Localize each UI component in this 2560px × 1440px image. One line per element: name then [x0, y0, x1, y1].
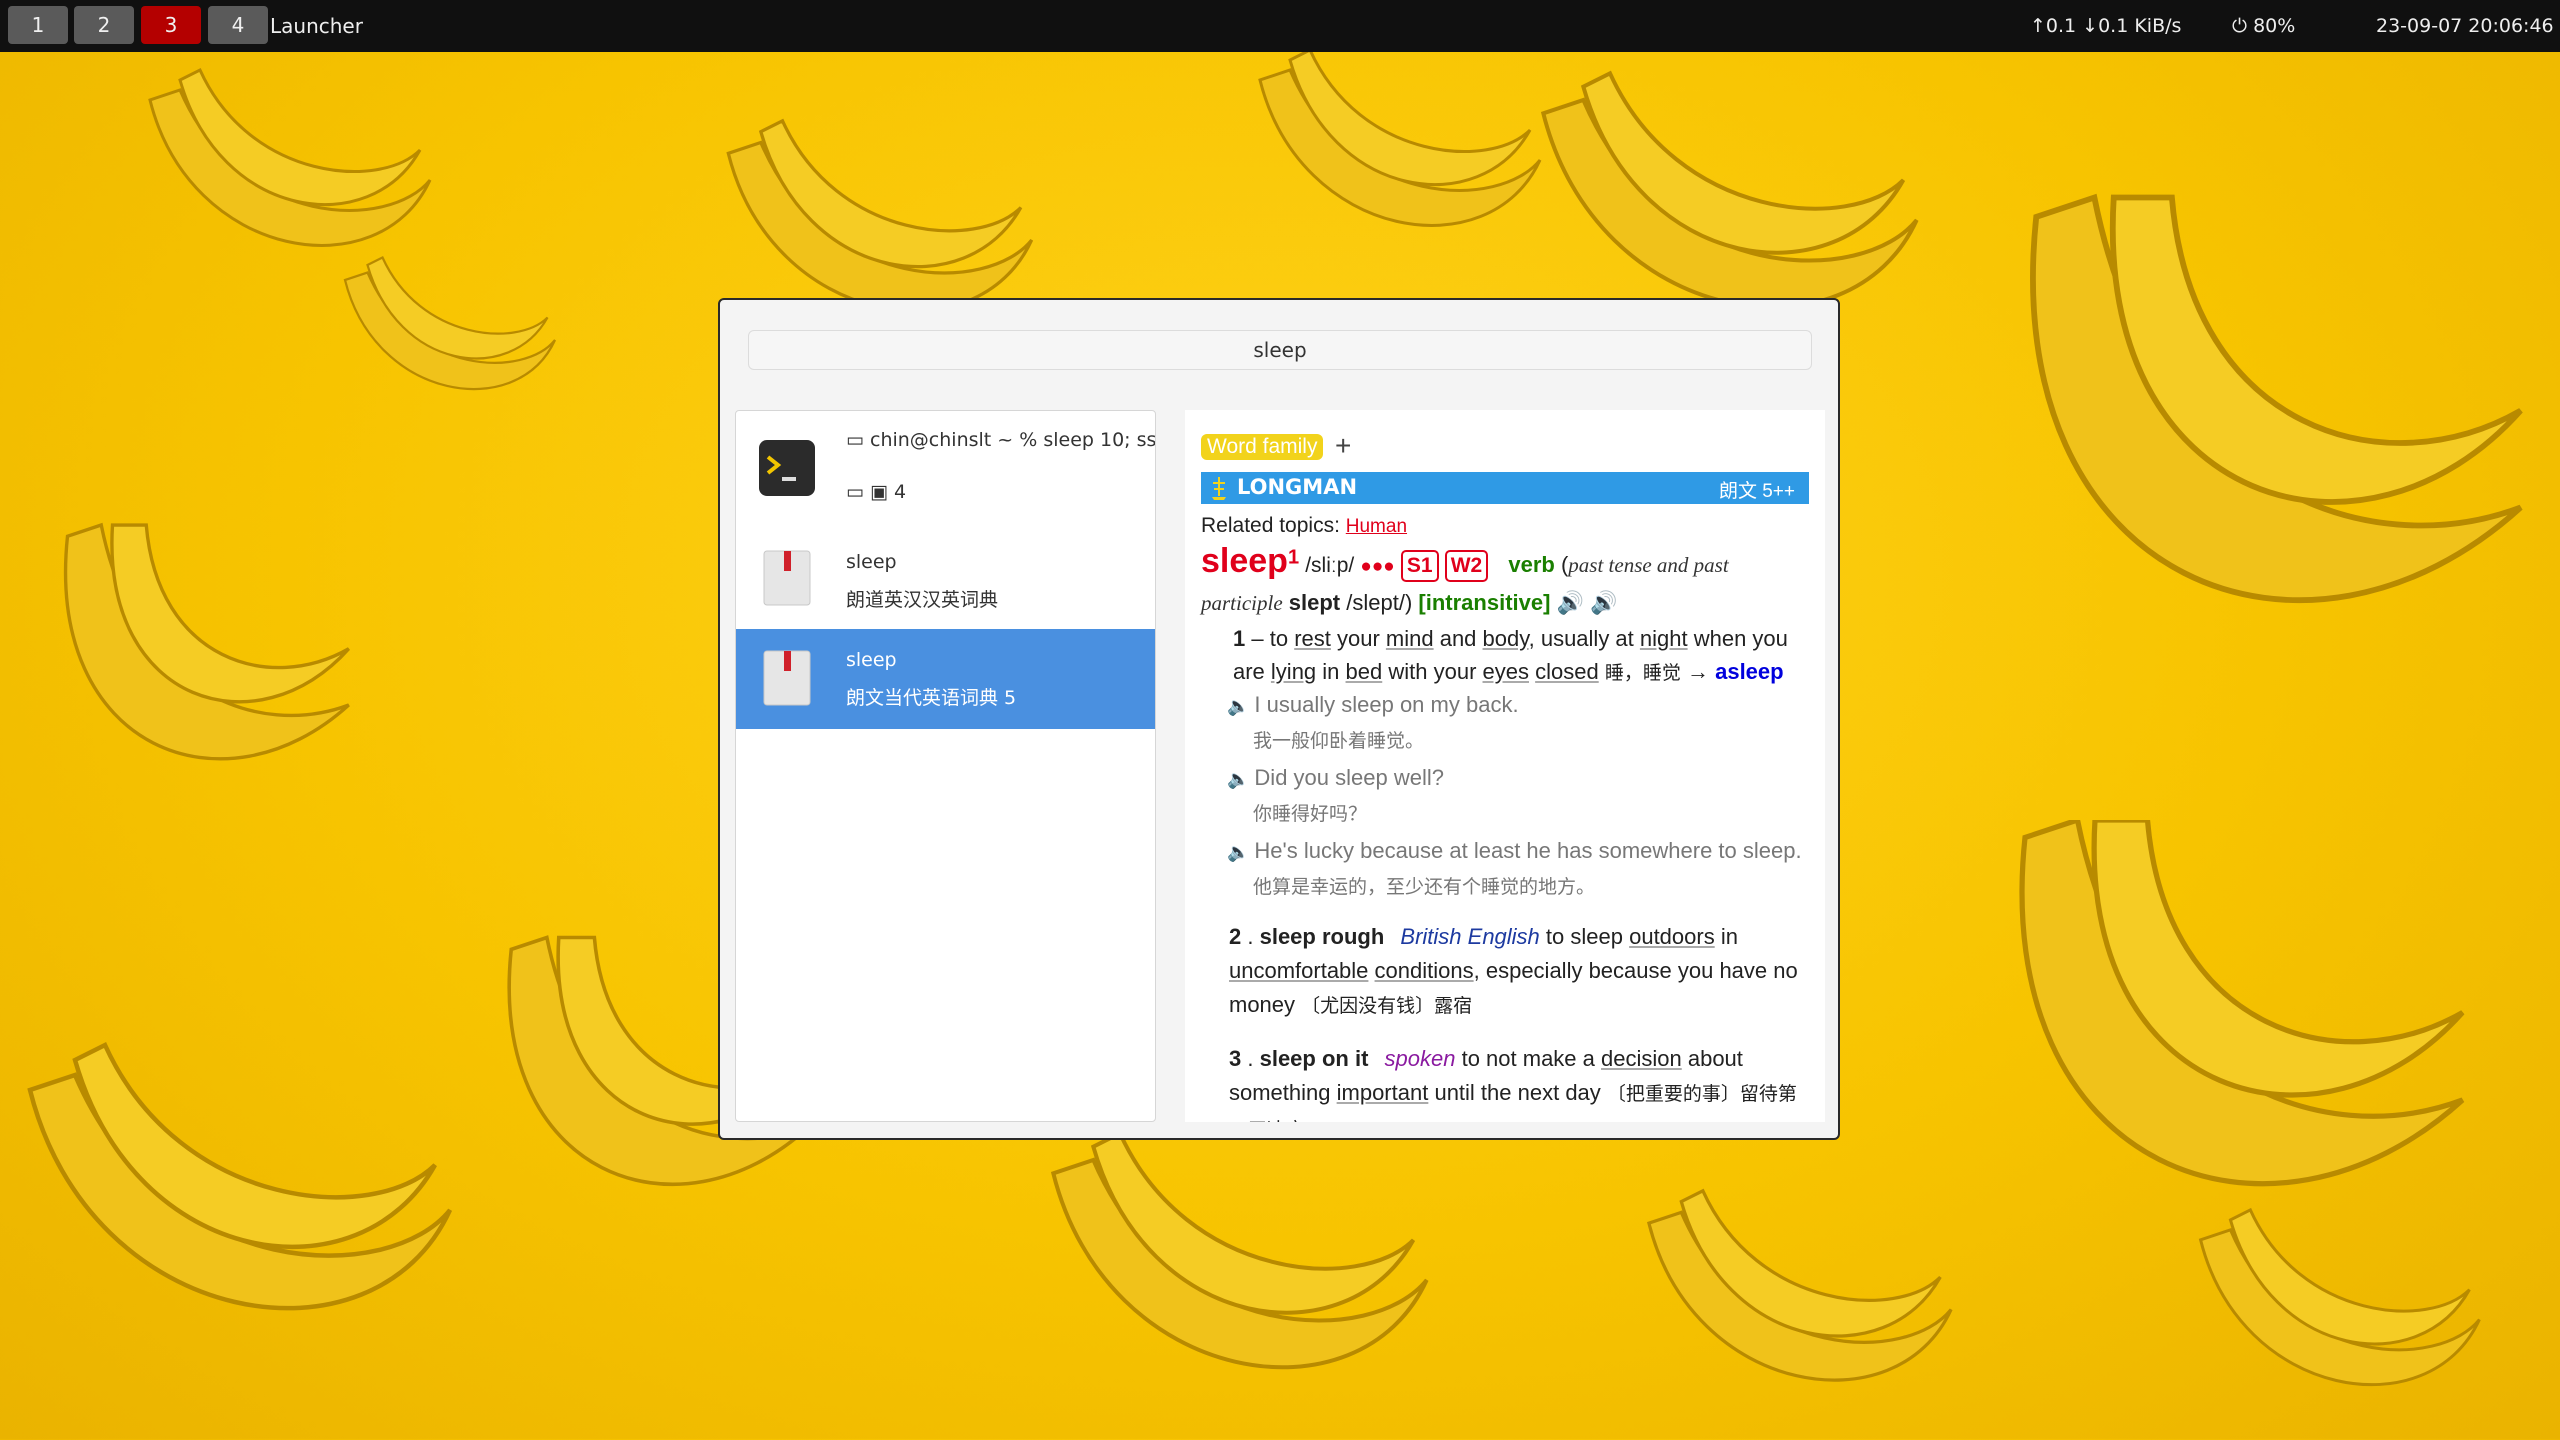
result-subtitle: 朗文当代英语词典 5: [846, 687, 1017, 709]
launcher-window: sleep ▭ chin@chinslt ~ % sleep 10; sshot…: [718, 298, 1840, 1140]
cross-reference-link[interactable]: asleep: [1715, 659, 1784, 684]
sense-phrase: sleep on it: [1259, 1046, 1369, 1071]
longman-ship-icon: [1212, 477, 1226, 500]
speaker-american-icon[interactable]: 🔊: [1590, 590, 1617, 615]
example-3-translation: 他算是幸运的，至少还有个睡觉的地方。: [1253, 877, 1596, 898]
speaker-icon[interactable]: 🔈: [1227, 769, 1254, 789]
banana-image: [2019, 820, 2465, 1187]
register-label: British English: [1400, 924, 1540, 949]
inflection-intro-1: past tense and past: [1568, 553, 1729, 577]
word-family-button[interactable]: Word family: [1201, 434, 1324, 460]
banana-image: [27, 1041, 453, 1311]
result-title: sleep: [846, 649, 897, 671]
result-subtitle: 4: [893, 481, 907, 503]
banana-image: [343, 255, 557, 391]
longman-title: LONGMAN: [1237, 475, 1358, 499]
sense-number: 1: [1233, 626, 1246, 651]
example-1-translation: 我一般仰卧着睡觉。: [1253, 731, 1425, 752]
workspace-3-button[interactable]: 3: [141, 6, 201, 44]
sense-number: 3: [1229, 1046, 1242, 1071]
longman-header: LONGMAN 朗文 5++: [1201, 472, 1809, 504]
book-icon: [763, 650, 811, 706]
workspace-2-button[interactable]: 2: [74, 6, 134, 44]
sense-definition: to rest your mind and body, usually at n…: [1233, 626, 1788, 684]
battery-level: 80%: [2253, 15, 2296, 37]
network-speed: ↑0.1 ↓0.1 KiB/s: [2030, 15, 2182, 37]
example-2-translation: 你睡得好吗？: [1253, 804, 1368, 825]
battery-status: ⏻ 80%: [2232, 0, 2295, 52]
example-1: 🔈 I usually sleep on my back.: [1227, 692, 1519, 718]
result-subtitle: 朗道英汉汉英词典: [846, 589, 999, 611]
related-topic-link[interactable]: Human: [1346, 516, 1407, 537]
workspace-4-button[interactable]: 4: [208, 6, 268, 44]
spoken-frequency-badge: S1: [1400, 550, 1439, 582]
battery-icon: ⏻: [2232, 15, 2254, 37]
top-bar: 1 2 3 4 Launcher ↑0.1 ↓0.1 KiB/s ⏻ 80% 2…: [0, 0, 2560, 52]
result-title: chin@chinslt ~ % sleep 10; sshot: [870, 429, 1156, 451]
sense-number: 2: [1229, 924, 1242, 949]
inflection-intro-2: participle: [1201, 591, 1283, 615]
related-topics: Related topics: Human: [1201, 514, 1407, 538]
monitor-icon: ▭ ▣: [846, 481, 894, 503]
terminal-icon: [759, 440, 815, 496]
result-item-dict-langdao[interactable]: sleep 朗道英汉汉英词典: [736, 529, 1155, 629]
example-text: He's lucky because at least he has somew…: [1254, 838, 1802, 863]
results-list: ▭ chin@chinslt ~ % sleep 10; sshot ▭ ▣ 4…: [735, 410, 1156, 1122]
written-frequency-badge: W2: [1444, 550, 1489, 582]
example-2: 🔈 Did you sleep well?: [1227, 765, 1444, 791]
sense-3: 3 . sleep on it spoken to not make a dec…: [1229, 1042, 1815, 1122]
example-text: I usually sleep on my back.: [1254, 692, 1519, 717]
window-icon: ▭: [846, 429, 870, 451]
workspace-1-button[interactable]: 1: [8, 6, 68, 44]
book-icon: [763, 550, 811, 606]
longman-edition: 朗文 5++: [1718, 481, 1795, 502]
grammar-label: [intransitive]: [1418, 590, 1551, 615]
speaker-british-icon[interactable]: 🔊: [1557, 590, 1584, 615]
speaker-icon[interactable]: 🔈: [1227, 842, 1254, 862]
speaker-icon[interactable]: 🔈: [1227, 696, 1254, 716]
sense-1: 1 – to rest your mind and body, usually …: [1233, 626, 1788, 684]
dictionary-panel: Word family + LONGMAN 朗文 5++ Related top…: [1185, 410, 1825, 1122]
sense-translation: 睡，睡觉: [1604, 663, 1681, 684]
sense-phrase: sleep rough: [1259, 924, 1385, 949]
example-text: Did you sleep well?: [1254, 765, 1444, 790]
sense-translation: 〔尤因没有钱〕露宿: [1301, 996, 1473, 1017]
past-pronunciation: /slept/: [1346, 590, 1405, 615]
result-item-terminal[interactable]: ▭ chin@chinslt ~ % sleep 10; sshot ▭ ▣ 4: [736, 411, 1155, 529]
search-input[interactable]: sleep: [748, 330, 1812, 370]
banana-image: [64, 522, 351, 761]
example-3: 🔈 He's lucky because at least he has som…: [1227, 838, 1802, 864]
inflection-line: participle slept /slept/) [intransitive]…: [1201, 590, 1618, 615]
banana-image: [2030, 193, 2523, 604]
clock: 23-09-07 20:06:46: [2376, 15, 2554, 37]
result-title: sleep: [846, 551, 897, 573]
frequency-dots: ●●●: [1360, 556, 1395, 577]
sense-2: 2 . sleep rough British English to sleep…: [1229, 924, 1798, 1017]
expand-plus-button[interactable]: +: [1335, 430, 1351, 462]
part-of-speech: verb: [1508, 552, 1555, 577]
register-label: spoken: [1384, 1046, 1456, 1071]
banana-image: [1050, 1130, 1429, 1370]
launcher-button[interactable]: Launcher: [270, 0, 363, 52]
past-form: slept: [1288, 590, 1341, 615]
headword: sleep: [1201, 542, 1288, 580]
banana-image: [2198, 1207, 2481, 1387]
related-label: Related topics:: [1201, 514, 1340, 537]
result-item-dict-longman[interactable]: sleep 朗文当代英语词典 5: [736, 629, 1155, 729]
pronunciation: /sliːp/: [1305, 554, 1355, 577]
homograph-number: 1: [1287, 546, 1300, 569]
headword-line: sleep1 /sliːp/ ●●● S1 W2 verb (past tens…: [1201, 542, 1729, 582]
